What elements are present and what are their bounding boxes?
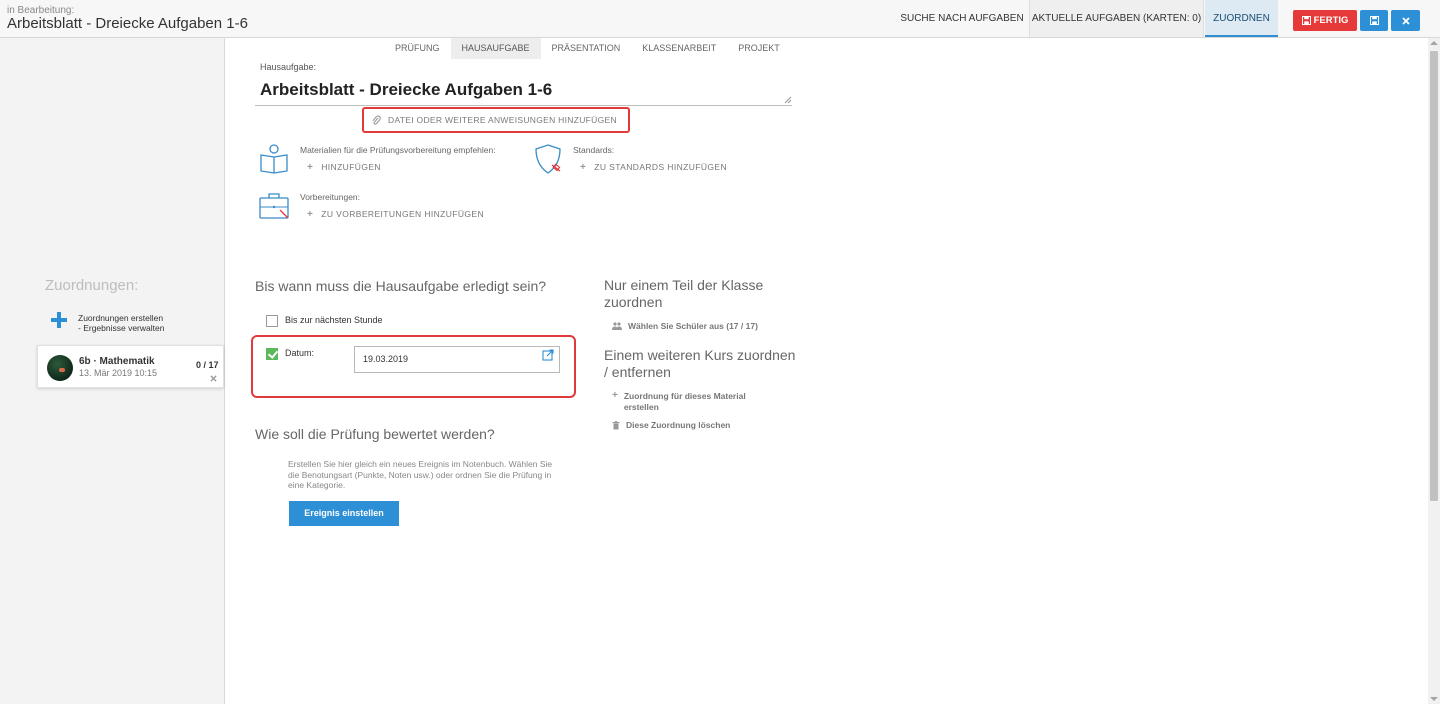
preparations-add-label: ZU VORBEREITUNGEN HINZUFÜGEN xyxy=(321,209,485,219)
plus-icon: + xyxy=(307,162,314,173)
open-calendar-icon[interactable] xyxy=(542,349,554,361)
attach-file-button[interactable]: DATEI ODER WEITERE ANWEISUNGEN HINZUFÜGE… xyxy=(362,107,630,133)
users-icon xyxy=(612,322,622,331)
done-button[interactable]: FERTIG xyxy=(1293,10,1357,31)
title-field-label: Hausaufgabe: xyxy=(260,62,317,72)
assignment-count: 0 / 17 xyxy=(196,360,219,370)
plus-icon: + xyxy=(580,162,587,173)
plus-icon xyxy=(49,310,69,330)
resize-handle-icon[interactable] xyxy=(784,96,792,104)
add-assignment-link[interactable]: + Zuordnung für dieses Material erstelle… xyxy=(612,391,746,412)
select-students-label: Wählen Sie Schüler aus (17 / 17) xyxy=(628,321,758,331)
delete-assignment-label: Diese Zuordnung löschen xyxy=(626,420,731,430)
partial-class-heading: Nur einem Teil der Klasse zuordnen xyxy=(604,277,763,311)
scroll-down-icon[interactable] xyxy=(1430,697,1438,701)
course-avatar xyxy=(47,355,73,381)
standards-add-link[interactable]: + ZU STANDARDS HINZUFÜGEN xyxy=(580,162,727,173)
partial-class-heading-line-1: Nur einem Teil der Klasse xyxy=(604,277,764,293)
grading-description: Erstellen Sie hier gleich ein neues Erei… xyxy=(288,459,553,490)
next-lesson-label: Bis zur nächsten Stunde xyxy=(285,315,383,325)
due-heading: Bis wann muss die Hausaufgabe erledigt s… xyxy=(255,278,547,294)
date-input[interactable]: 19.03.2019 xyxy=(354,346,560,373)
create-assignment-line-1: Zuordnungen erstellen xyxy=(78,313,164,323)
other-course-heading: Einem weiteren Kurs zuordnen / entfernen xyxy=(604,347,795,381)
save-button[interactable] xyxy=(1360,10,1388,31)
nav-search-tasks[interactable]: SUCHE NACH AUFGABEN xyxy=(896,0,1028,37)
close-icon xyxy=(1401,16,1410,25)
page-title: Arbeitsblatt - Dreiecke Aufgaben 1-6 xyxy=(7,15,248,32)
tab-praesentation[interactable]: PRÄSENTATION xyxy=(541,38,632,59)
standards-label: Standards: xyxy=(573,145,615,155)
trash-icon xyxy=(612,420,620,430)
plus-icon: + xyxy=(307,209,314,220)
preparations-add-link[interactable]: + ZU VORBEREITUNGEN HINZUFÜGEN xyxy=(307,209,484,220)
delete-assignment-link[interactable]: Diese Zuordnung löschen xyxy=(612,420,730,431)
date-label: Datum: xyxy=(285,348,315,358)
grading-heading: Wie soll die Prüfung bewertet werden? xyxy=(255,426,495,442)
briefcase-icon xyxy=(259,193,289,219)
date-checkbox[interactable] xyxy=(266,348,278,360)
assignment-course: 6b · Mathematik xyxy=(79,356,155,367)
scroll-thumb[interactable] xyxy=(1430,51,1438,501)
assignments-sidebar: Zuordnungen: Zuordnungen erstellen - Erg… xyxy=(0,38,225,704)
add-assignment-line-2: erstellen xyxy=(623,401,659,412)
done-button-label: FERTIG xyxy=(1313,15,1349,26)
paperclip-icon xyxy=(372,114,381,125)
materials-add-link[interactable]: + HINZUFÜGEN xyxy=(307,162,381,173)
scroll-up-icon[interactable] xyxy=(1430,41,1438,45)
set-event-button[interactable]: Ereignis einstellen xyxy=(289,501,399,526)
add-assignment-line-1: Zuordnung für dieses Material xyxy=(623,391,746,401)
create-assignment-button[interactable]: Zuordnungen erstellen - Ergebnisse verwa… xyxy=(49,308,219,336)
close-button[interactable] xyxy=(1391,10,1420,31)
create-assignment-label: Zuordnungen erstellen - Ergebnisse verwa… xyxy=(78,313,164,333)
assignment-date: 13. Mär 2019 10:15 xyxy=(79,368,158,378)
attach-file-label: DATEI ODER WEITERE ANWEISUNGEN HINZUFÜGE… xyxy=(388,115,617,125)
other-course-heading-line-2: / entfernen xyxy=(604,364,671,380)
shield-icon xyxy=(535,144,561,174)
assignments-heading: Zuordnungen: xyxy=(45,277,139,294)
plus-icon: + xyxy=(612,390,618,401)
save-icon xyxy=(1369,16,1379,25)
other-course-heading-line-1: Einem weiteren Kurs zuordnen xyxy=(604,347,796,363)
top-bar: in Bearbeitung: Arbeitsblatt - Dreiecke … xyxy=(0,0,1440,38)
select-students-link[interactable]: Wählen Sie Schüler aus (17 / 17) xyxy=(612,321,758,332)
tab-projekt[interactable]: PROJEKT xyxy=(727,38,791,59)
partial-class-heading-line-2: zuordnen xyxy=(604,294,663,310)
tab-pruefung[interactable]: PRÜFUNG xyxy=(384,38,451,59)
remove-assignment-icon[interactable] xyxy=(210,374,217,384)
materials-add-label: HINZUFÜGEN xyxy=(321,162,381,172)
create-assignment-line-2: - Ergebnisse verwalten xyxy=(78,323,165,333)
preparations-label: Vorbereitungen: xyxy=(300,192,361,202)
save-icon xyxy=(1301,16,1311,25)
standards-add-label: ZU STANDARDS HINZUFÜGEN xyxy=(594,162,728,172)
title-input[interactable]: Arbeitsblatt - Dreiecke Aufgaben 1-6 xyxy=(255,76,792,106)
type-tabs: PRÜFUNG HAUSAUFGABE PRÄSENTATION KLASSEN… xyxy=(384,38,791,59)
tab-klassenarbeit[interactable]: KLASSENARBEIT xyxy=(631,38,727,59)
assignment-card[interactable]: 6b · Mathematik 13. Mär 2019 10:15 0 / 1… xyxy=(37,345,224,388)
nav-assign[interactable]: ZUORDNEN xyxy=(1205,0,1278,37)
add-assignment-label: Zuordnung für dieses Material erstellen xyxy=(624,391,746,412)
materials-label: Materialien für die Prüfungsvorbereitung… xyxy=(300,145,496,155)
next-lesson-checkbox[interactable] xyxy=(266,315,278,327)
nav-current-tasks[interactable]: AKTUELLE AUFGABEN (KARTEN: 0) xyxy=(1029,0,1204,37)
vertical-scrollbar[interactable] xyxy=(1428,38,1440,704)
tab-hausaufgabe[interactable]: HAUSAUFGABE xyxy=(450,38,541,59)
book-reader-icon xyxy=(260,144,288,174)
